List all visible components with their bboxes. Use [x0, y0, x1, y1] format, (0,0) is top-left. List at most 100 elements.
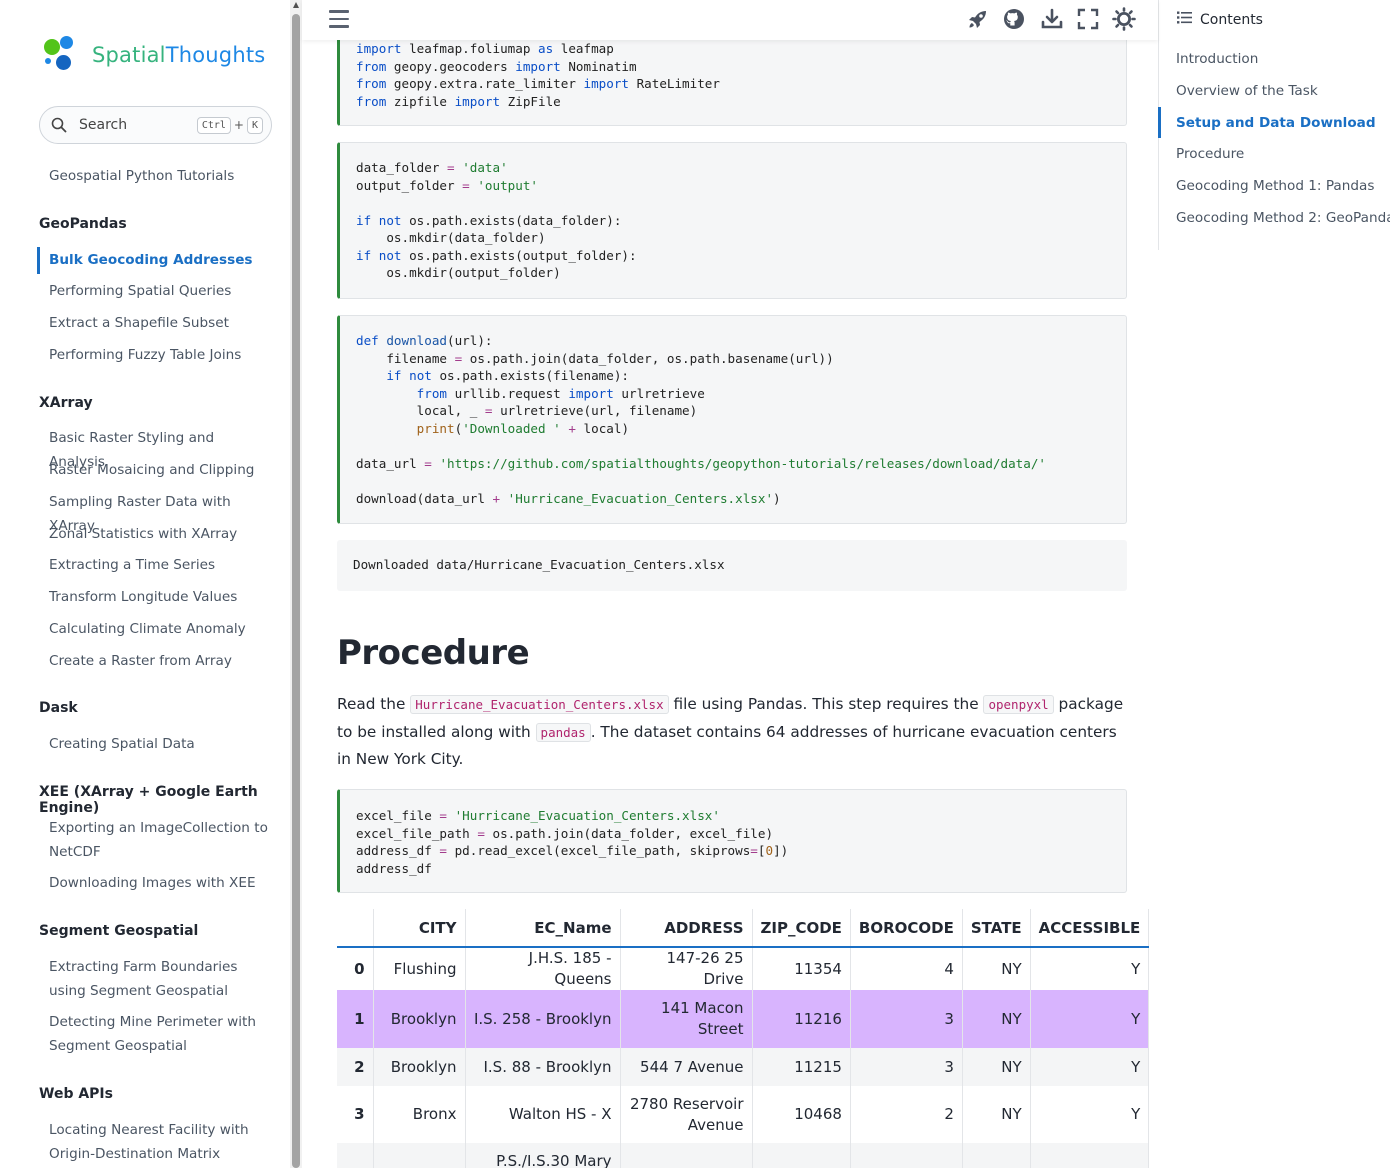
cell-borocode: 2 [850, 1086, 963, 1143]
cell-ec-name: P.S./I.S.30 Mary [465, 1143, 621, 1168]
table-row: 0 Flushing J.H.S. 185 - Queens 147-26 25… [337, 947, 1150, 990]
site-logo[interactable]: SpatialThoughts [42, 36, 265, 74]
toc-item-procedure[interactable]: Procedure [1176, 146, 1244, 162]
rocket-icon[interactable] [966, 7, 990, 31]
shortcut-key-k: K [246, 116, 263, 134]
sidebar-item-export-netcdf[interactable]: Exporting an ImageCollection to NetCDF [49, 816, 274, 864]
scroll-up-arrow-icon[interactable] [293, 2, 299, 8]
sidebar-section-xee: XEE (XArray + Google Earth Engine) [39, 784, 258, 816]
logo-mark [42, 36, 86, 74]
sidebar-item-bulk-geocoding[interactable]: Bulk Geocoding Addresses [49, 248, 274, 272]
sidebar-item-nearest-facility[interactable]: Locating Nearest Facility with Origin-De… [49, 1118, 274, 1166]
cell-city: Bronx [373, 1086, 466, 1143]
sidebar-section-xarray: XArray [39, 395, 93, 411]
cell-borocode [850, 1143, 963, 1168]
cell-accessible: Y [1030, 990, 1150, 1048]
active-indicator [37, 247, 40, 274]
row-index: 2 [337, 1048, 374, 1086]
left-sidebar: SpatialThoughts Search Ctrl + K Geospati… [0, 0, 290, 1168]
toc-item-method-geopandas[interactable]: Geocoding Method 2: GeoPandas [1176, 210, 1390, 226]
toc-item-overview[interactable]: Overview of the Task [1176, 83, 1318, 99]
section-heading-procedure: Procedure [337, 633, 530, 673]
cell-state: NY [962, 1048, 1031, 1086]
sidebar-item-fuzzy-joins[interactable]: Performing Fuzzy Table Joins [49, 343, 274, 367]
output-cell-download: Downloaded data/Hurricane_Evacuation_Cen… [337, 540, 1127, 591]
cell-city: Flushing [373, 947, 466, 990]
sidebar-item-farm-boundaries[interactable]: Extracting Farm Boundaries using Segment… [49, 955, 274, 1003]
cell-ec-name: Walton HS - X [465, 1086, 621, 1143]
inline-code-pandas: pandas [535, 722, 591, 742]
cell-address [620, 1143, 753, 1168]
sidebar-scrollbar[interactable] [290, 0, 302, 1168]
scrollbar-thumb[interactable] [292, 14, 300, 1168]
sidebar-item-raster-from-array[interactable]: Create a Raster from Array [49, 649, 274, 673]
cell-city: Brooklyn [373, 1048, 466, 1086]
cell-address: 141 Macon Street [620, 990, 753, 1048]
sidebar-item-mine-perimeter[interactable]: Detecting Mine Perimeter with Segment Ge… [49, 1010, 274, 1058]
toc-active-indicator [1158, 107, 1161, 138]
column-header-ec-name: EC_Name [465, 909, 621, 948]
sidebar-item-creating-spatial-data[interactable]: Creating Spatial Data [49, 732, 274, 756]
sidebar-section-geopandas: GeoPandas [39, 216, 127, 232]
cell-zip-code: 11216 [752, 990, 851, 1048]
cell-ec-name: J.H.S. 185 - Queens [465, 947, 621, 990]
sidebar-item-home[interactable]: Geospatial Python Tutorials [49, 164, 274, 188]
toc-title: Contents [1200, 11, 1263, 28]
code-cell-read-excel[interactable]: excel_file = 'Hurricane_Evacuation_Cente… [337, 789, 1127, 893]
download-icon[interactable] [1040, 7, 1064, 31]
toc-item-method-pandas[interactable]: Geocoding Method 1: Pandas [1176, 178, 1374, 194]
procedure-paragraph: Read the Hurricane_Evacuation_Centers.xl… [337, 695, 1124, 768]
column-header-state: STATE [962, 909, 1031, 948]
shortcut-plus: + [233, 118, 244, 132]
theme-toggle-icon[interactable] [1112, 7, 1136, 31]
code-line: leafmap.foliumap [409, 41, 531, 56]
cell-address: 2780 Reservoir Avenue [620, 1086, 753, 1143]
sidebar-item-time-series[interactable]: Extracting a Time Series [49, 553, 274, 577]
cell-accessible: Y [1030, 1048, 1150, 1086]
dataframe-table: CITY EC_Name ADDRESS ZIP_CODE BOROCODE S… [337, 909, 1150, 1168]
menu-icon[interactable] [329, 10, 349, 28]
column-header-index [337, 909, 374, 948]
code-cell-folders[interactable]: data_folder = 'data' output_folder = 'ou… [337, 142, 1127, 299]
cell-zip-code: 11215 [752, 1048, 851, 1086]
cell-accessible: Y [1030, 1086, 1150, 1143]
cell-address: 147-26 25 Drive [620, 947, 753, 990]
cell-accessible: Y [1030, 947, 1150, 990]
cell-state: NY [962, 990, 1031, 1048]
cell-state [962, 1143, 1031, 1168]
sidebar-item-download-xee[interactable]: Downloading Images with XEE [49, 871, 274, 895]
cell-ec-name: I.S. 88 - Brooklyn [465, 1048, 621, 1086]
cell-zip-code [752, 1143, 851, 1168]
inline-code-filename: Hurricane_Evacuation_Centers.xlsx [410, 695, 669, 714]
shortcut-key-ctrl: Ctrl [196, 116, 231, 134]
sidebar-item-climate-anomaly[interactable]: Calculating Climate Anomaly [49, 617, 274, 641]
sidebar-item-shapefile-subset[interactable]: Extract a Shapefile Subset [49, 311, 274, 335]
inline-code-openpyxl: openpyxl [983, 695, 1054, 714]
row-index: 0 [337, 947, 374, 990]
sidebar-section-dask: Dask [39, 700, 78, 716]
search-button[interactable]: Search Ctrl + K [39, 106, 272, 144]
top-header [302, 0, 1158, 40]
sidebar-item-zonal-statistics[interactable]: Zonal Statistics with XArray [49, 522, 274, 546]
cell-borocode: 3 [850, 1048, 963, 1086]
fullscreen-icon[interactable] [1076, 7, 1100, 31]
list-icon [1177, 11, 1192, 28]
sidebar-section-web-apis: Web APIs [39, 1086, 113, 1102]
cell-city [373, 1143, 466, 1168]
sidebar-item-longitude-values[interactable]: Transform Longitude Values [49, 585, 274, 609]
column-header-city: CITY [373, 909, 466, 948]
sidebar-item-raster-mosaicing[interactable]: Raster Mosaicing and Clipping [49, 458, 274, 482]
column-header-accessible: ACCESSIBLE [1030, 909, 1150, 948]
table-of-contents: Contents Introduction Overview of the Ta… [1158, 0, 1390, 250]
toc-item-introduction[interactable]: Introduction [1176, 51, 1258, 67]
github-icon[interactable] [1002, 7, 1026, 31]
row-index: 1 [337, 990, 374, 1048]
toc-item-setup[interactable]: Setup and Data Download [1176, 115, 1376, 131]
column-header-zip-code: ZIP_CODE [752, 909, 851, 948]
cell-state: NY [962, 947, 1031, 990]
cell-zip-code: 10468 [752, 1086, 851, 1143]
cell-state: NY [962, 1086, 1031, 1143]
table-header-row: CITY EC_Name ADDRESS ZIP_CODE BOROCODE S… [337, 909, 1150, 948]
sidebar-item-spatial-queries[interactable]: Performing Spatial Queries [49, 279, 274, 303]
code-cell-download[interactable]: def download(url): filename = os.path.jo… [337, 315, 1127, 524]
